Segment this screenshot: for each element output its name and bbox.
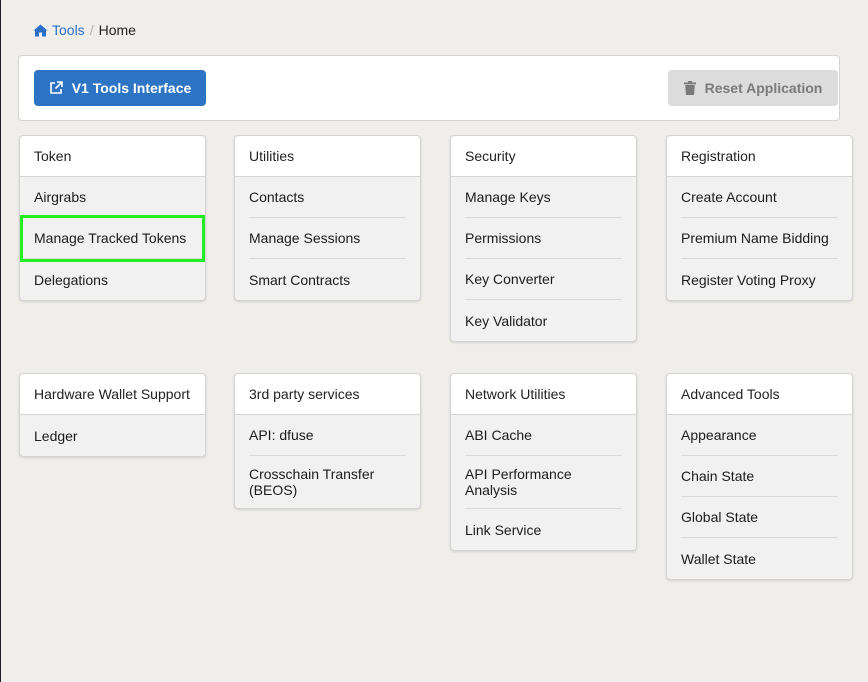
tool-global-state[interactable]: Global State (681, 497, 838, 538)
tool-register-voting-proxy[interactable]: Register Voting Proxy (681, 259, 838, 300)
tool-contacts[interactable]: Contacts (249, 177, 406, 218)
breadcrumb-current: Home (98, 22, 136, 38)
card-hardware-wallet-support: Hardware Wallet Support Ledger (19, 373, 206, 457)
trash-icon (683, 81, 696, 95)
reset-application-label: Reset Application (704, 80, 823, 96)
reset-application-button[interactable]: Reset Application (668, 70, 838, 106)
tool-api-dfuse[interactable]: API: dfuse (249, 415, 406, 456)
card-title: Token (20, 136, 205, 177)
card-title: Utilities (235, 136, 420, 177)
card-title: Hardware Wallet Support (20, 374, 205, 415)
window-edge (0, 0, 1, 682)
breadcrumb-tools-label: Tools (52, 22, 85, 38)
tool-wallet-state[interactable]: Wallet State (681, 538, 838, 579)
card-title: Network Utilities (451, 374, 636, 415)
external-link-icon (49, 81, 63, 94)
breadcrumb: Tools / Home (33, 21, 136, 39)
tool-abi-cache[interactable]: ABI Cache (465, 415, 622, 456)
card-title: Advanced Tools (667, 374, 852, 415)
tool-link-service[interactable]: Link Service (465, 509, 622, 550)
v1-tools-interface-label: V1 Tools Interface (71, 80, 192, 96)
breadcrumb-separator: / (89, 22, 94, 38)
v1-tools-interface-button[interactable]: V1 Tools Interface (34, 70, 206, 106)
tool-airgrabs[interactable]: Airgrabs (34, 177, 191, 218)
tool-crosschain-transfer[interactable]: Crosschain Transfer (BEOS) (249, 456, 406, 508)
tool-appearance[interactable]: Appearance (681, 415, 838, 456)
tool-manage-keys[interactable]: Manage Keys (465, 177, 622, 218)
tool-ledger[interactable]: Ledger (34, 415, 191, 456)
card-token: Token Airgrabs Manage Tracked Tokens Del… (19, 135, 206, 301)
tool-manage-tracked-tokens[interactable]: Manage Tracked Tokens (20, 215, 205, 262)
card-network-utilities: Network Utilities ABI Cache API Performa… (450, 373, 637, 551)
card-title: Security (451, 136, 636, 177)
tool-permissions[interactable]: Permissions (465, 218, 622, 259)
tool-premium-name-bidding[interactable]: Premium Name Bidding (681, 218, 838, 259)
tool-api-performance-analysis[interactable]: API Performance Analysis (465, 456, 622, 509)
card-advanced-tools: Advanced Tools Appearance Chain State Gl… (666, 373, 853, 580)
card-title: 3rd party services (235, 374, 420, 415)
card-security: Security Manage Keys Permissions Key Con… (450, 135, 637, 342)
home-icon (33, 24, 48, 36)
tool-chain-state[interactable]: Chain State (681, 456, 838, 497)
card-registration: Registration Create Account Premium Name… (666, 135, 853, 301)
tool-manage-sessions[interactable]: Manage Sessions (249, 218, 406, 259)
tool-delegations[interactable]: Delegations (34, 259, 191, 300)
breadcrumb-tools-link[interactable]: Tools (33, 22, 85, 38)
tool-smart-contracts[interactable]: Smart Contracts (249, 259, 406, 300)
tool-key-converter[interactable]: Key Converter (465, 259, 622, 300)
card-title: Registration (667, 136, 852, 177)
card-utilities: Utilities Contacts Manage Sessions Smart… (234, 135, 421, 301)
card-3rd-party-services: 3rd party services API: dfuse Crosschain… (234, 373, 421, 509)
toolbar: V1 Tools Interface Reset Application (18, 55, 840, 121)
tool-key-validator[interactable]: Key Validator (465, 300, 622, 341)
tool-create-account[interactable]: Create Account (681, 177, 838, 218)
